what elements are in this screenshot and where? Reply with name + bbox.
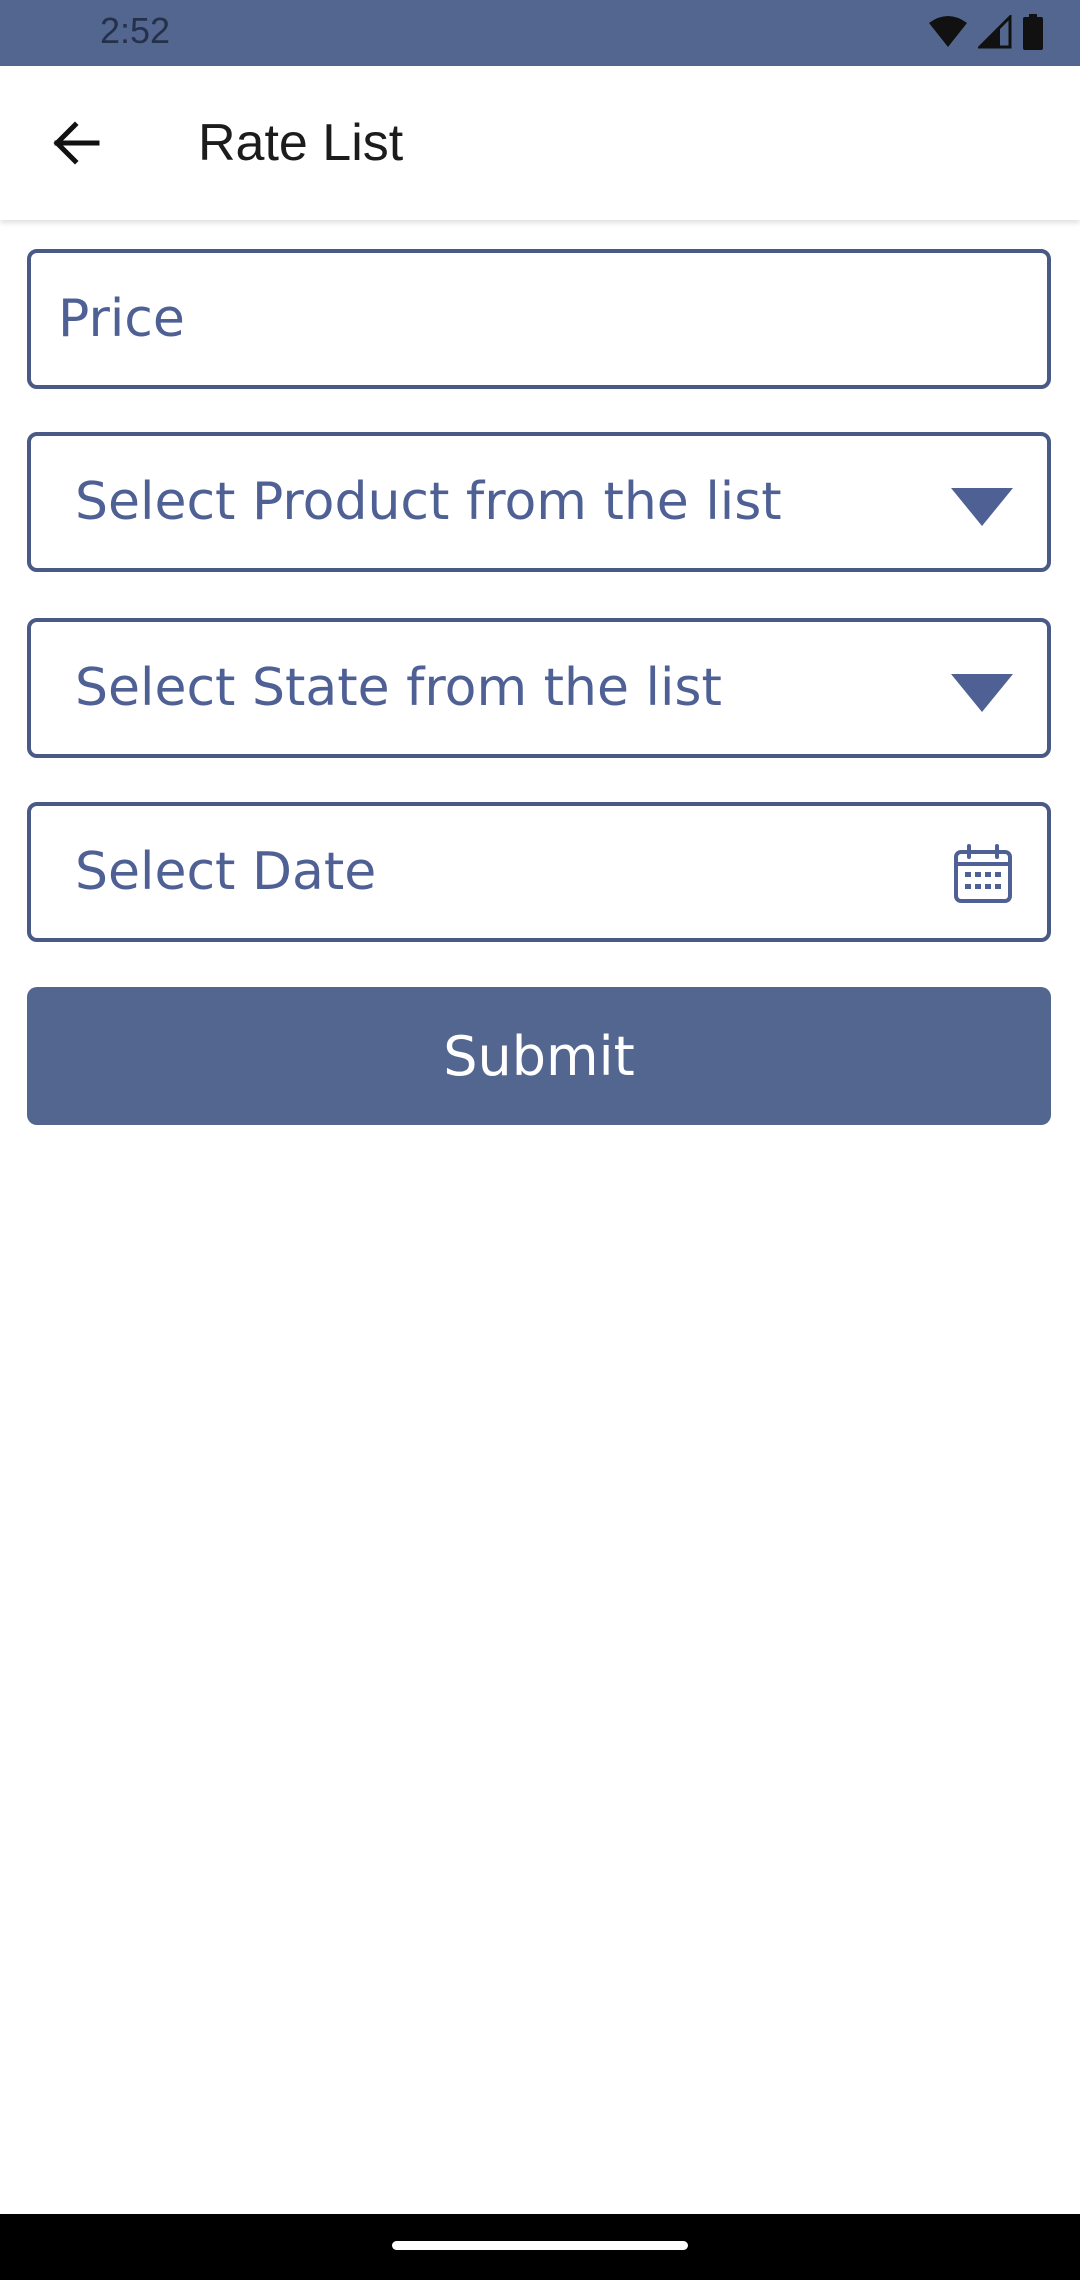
product-select[interactable]: Select Product from the list <box>27 432 1051 572</box>
submit-button[interactable]: Submit <box>27 987 1051 1125</box>
status-icons <box>928 14 1044 50</box>
home-indicator[interactable] <box>392 2241 688 2250</box>
product-select-label: Select Product from the list <box>75 472 782 532</box>
back-button[interactable] <box>36 103 116 183</box>
dropdown-arrow-icon <box>951 674 1013 712</box>
page-title: Rate List <box>198 114 404 172</box>
navigation-bar <box>0 2214 1080 2280</box>
date-picker-field[interactable]: Select Date <box>27 802 1051 942</box>
arrow-back-icon <box>53 121 100 165</box>
state-select-label: Select State from the list <box>75 658 722 718</box>
date-picker-label: Select Date <box>75 842 377 902</box>
dropdown-arrow-icon <box>951 488 1013 526</box>
status-bar: 2:52 <box>0 0 1080 66</box>
status-time: 2:52 <box>100 10 171 51</box>
calendar-icon[interactable] <box>953 844 1013 904</box>
cellular-signal-icon <box>978 15 1012 49</box>
price-placeholder: Price <box>58 289 185 349</box>
battery-icon <box>1023 14 1043 50</box>
wifi-icon <box>929 16 967 47</box>
app-screen: 2:52 Rate List Price Select Product from… <box>0 0 1080 2280</box>
price-input[interactable]: Price <box>27 249 1051 389</box>
state-select[interactable]: Select State from the list <box>27 618 1051 758</box>
app-bar: Rate List <box>0 66 1080 220</box>
